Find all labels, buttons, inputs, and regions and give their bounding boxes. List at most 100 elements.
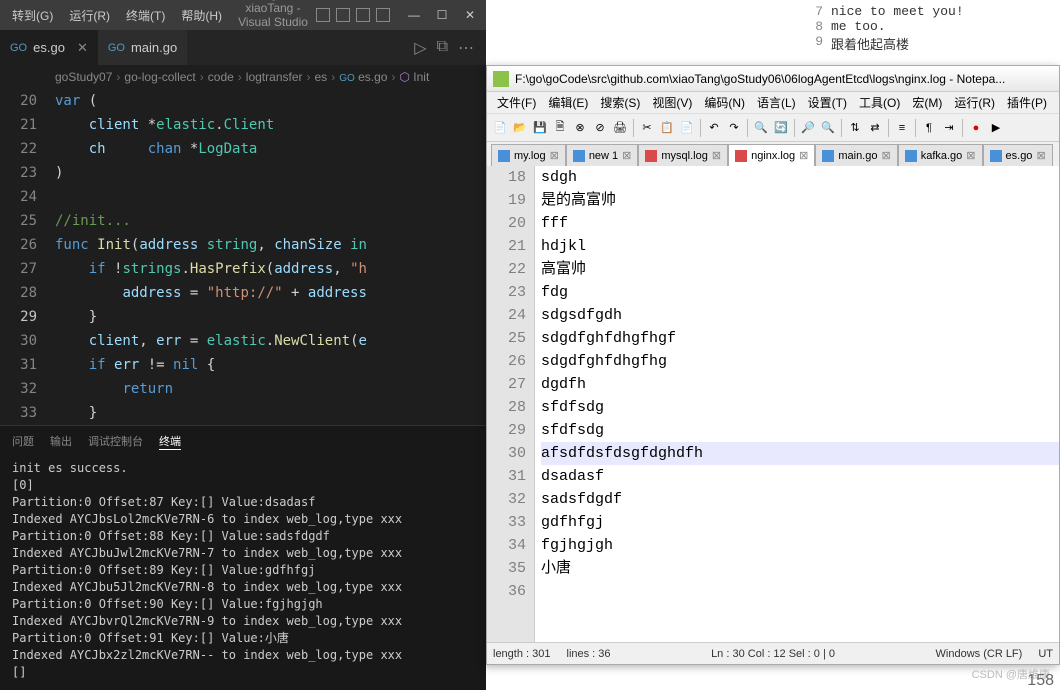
breadcrumb-item[interactable]: logtransfer bbox=[246, 70, 303, 84]
editor-layout-icons[interactable] bbox=[316, 8, 390, 22]
text-line[interactable]: sfdfsdg bbox=[541, 396, 1059, 419]
redo-icon[interactable]: ↷ bbox=[725, 119, 743, 137]
text-line[interactable]: hdjkl bbox=[541, 235, 1059, 258]
file-tab[interactable]: my.log ⊠ bbox=[491, 144, 566, 166]
close-icon[interactable]: ⊠ bbox=[1036, 149, 1045, 162]
breadcrumb-item[interactable]: goStudy07 bbox=[55, 70, 112, 84]
menu-item[interactable]: 设置(T) bbox=[802, 94, 853, 111]
text-line[interactable]: sdgsdfgdh bbox=[541, 304, 1059, 327]
breadcrumb-item[interactable]: code bbox=[208, 70, 234, 84]
editor-tab[interactable]: GO main.go bbox=[98, 30, 187, 65]
menu-item[interactable]: 运行(R) bbox=[948, 94, 1001, 111]
close-button[interactable]: ✕ bbox=[458, 8, 482, 22]
more-icon[interactable]: ⋯ bbox=[458, 38, 474, 58]
text-line[interactable]: sdgdfghfdhgfhg bbox=[541, 350, 1059, 373]
print-icon[interactable]: 🖨 bbox=[611, 119, 629, 137]
save-icon[interactable]: 💾 bbox=[531, 119, 549, 137]
menu-item[interactable]: 编辑(E) bbox=[542, 94, 594, 111]
sync-h-icon[interactable]: ⇄ bbox=[866, 119, 884, 137]
menu-item[interactable]: 帮助(H) bbox=[173, 9, 230, 23]
text-line[interactable]: dgdfh bbox=[541, 373, 1059, 396]
notepadpp-icon bbox=[493, 71, 509, 87]
panel-tab[interactable]: 终端 bbox=[159, 433, 181, 450]
close-icon[interactable]: ⊠ bbox=[881, 149, 890, 162]
close-all-icon[interactable]: ⊘ bbox=[591, 119, 609, 137]
menu-item[interactable]: 文件(F) bbox=[491, 94, 542, 111]
panel-tab[interactable]: 问题 bbox=[12, 433, 34, 449]
text-line[interactable] bbox=[541, 580, 1059, 603]
text-line[interactable]: sfdfsdg bbox=[541, 419, 1059, 442]
editor-tab[interactable]: GO es.go ✕ bbox=[0, 30, 98, 65]
open-file-icon[interactable]: 📂 bbox=[511, 119, 529, 137]
code-editor[interactable]: 2021222324252627282930313233 var ( clien… bbox=[0, 89, 486, 425]
file-tab-label: kafka.go bbox=[921, 150, 963, 162]
breadcrumb-item[interactable]: es bbox=[315, 70, 328, 84]
show-all-icon[interactable]: ¶ bbox=[920, 119, 938, 137]
text-line[interactable]: 是的高富帅 bbox=[541, 189, 1059, 212]
text-line[interactable]: sdgdfghfdhgfhgf bbox=[541, 327, 1059, 350]
text-line[interactable]: sadsfdgdf bbox=[541, 488, 1059, 511]
menu-item[interactable]: 运行(R) bbox=[61, 9, 118, 23]
panel-tab[interactable]: 输出 bbox=[50, 433, 72, 449]
split-icon[interactable]: ⧉ bbox=[437, 38, 448, 58]
cut-icon[interactable]: ✂ bbox=[638, 119, 656, 137]
menu-item[interactable]: 转到(G) bbox=[4, 9, 61, 23]
maximize-button[interactable]: ☐ bbox=[430, 8, 454, 22]
menu-item[interactable]: 插件(P) bbox=[1001, 94, 1053, 111]
menu-item[interactable]: 工具(O) bbox=[853, 94, 906, 111]
replace-icon[interactable]: 🔄 bbox=[772, 119, 790, 137]
text-line[interactable]: gdfhfgj bbox=[541, 511, 1059, 534]
breadcrumb-item[interactable]: go-log-collect bbox=[124, 70, 195, 84]
text-line[interactable]: 小唐 bbox=[541, 557, 1059, 580]
menu-item[interactable]: 终端(T) bbox=[118, 9, 173, 23]
menu-item[interactable]: 语言(L) bbox=[751, 94, 802, 111]
play-icon[interactable]: ▶ bbox=[987, 119, 1005, 137]
npp-editor[interactable]: 18192021222324252627282930313233343536 s… bbox=[487, 166, 1059, 642]
run-icon[interactable]: ▷ bbox=[414, 38, 426, 58]
indent-icon[interactable]: ⇥ bbox=[940, 119, 958, 137]
zoom-in-icon[interactable]: 🔎 bbox=[799, 119, 817, 137]
text-line[interactable]: sdgh bbox=[541, 166, 1059, 189]
file-tab[interactable]: nginx.log ⊠ bbox=[728, 144, 815, 166]
menu-item[interactable]: 搜索(S) bbox=[594, 94, 646, 111]
file-tab[interactable]: es.go ⊠ bbox=[983, 144, 1053, 166]
close-file-icon[interactable]: ⊗ bbox=[571, 119, 589, 137]
file-tab[interactable]: mysql.log ⊠ bbox=[638, 144, 728, 166]
text-line[interactable]: afsdfdsfdsgfdghdfh bbox=[541, 442, 1059, 465]
file-tab[interactable]: new 1 ⊠ bbox=[566, 144, 639, 166]
file-tab[interactable]: main.go ⊠ bbox=[815, 144, 897, 166]
vscode-menubar: 转到(G)运行(R)终端(T)帮助(H) es.go - xiaoTang - … bbox=[0, 0, 486, 30]
breadcrumb-item[interactable]: ⬡ Init bbox=[399, 70, 429, 84]
text-line[interactable]: fff bbox=[541, 212, 1059, 235]
record-icon[interactable]: ● bbox=[967, 119, 985, 137]
breadcrumb-item[interactable]: GO es.go bbox=[339, 70, 387, 84]
menu-item[interactable]: 宏(M) bbox=[906, 94, 948, 111]
find-icon[interactable]: 🔍 bbox=[752, 119, 770, 137]
text-line[interactable]: dsadasf bbox=[541, 465, 1059, 488]
close-icon[interactable]: ✕ bbox=[77, 40, 88, 56]
menu-item[interactable]: 视图(V) bbox=[646, 94, 698, 111]
close-icon[interactable]: ⊠ bbox=[712, 149, 721, 162]
close-icon[interactable]: ⊠ bbox=[550, 149, 559, 162]
breadcrumb[interactable]: goStudy07›go-log-collect›code›logtransfe… bbox=[0, 65, 486, 89]
text-line[interactable]: fdg bbox=[541, 281, 1059, 304]
save-all-icon[interactable]: 🗎 bbox=[551, 119, 569, 137]
copy-icon[interactable]: 📋 bbox=[658, 119, 676, 137]
file-tab[interactable]: kafka.go ⊠ bbox=[898, 144, 983, 166]
wordwrap-icon[interactable]: ≡ bbox=[893, 119, 911, 137]
paste-icon[interactable]: 📄 bbox=[678, 119, 696, 137]
menu-item[interactable]: 编码(N) bbox=[698, 94, 751, 111]
close-icon[interactable]: ⊠ bbox=[966, 149, 975, 162]
terminal-output[interactable]: init es success. [0] Partition:0 Offset:… bbox=[0, 456, 486, 685]
text-line[interactable]: 高富帅 bbox=[541, 258, 1059, 281]
new-file-icon[interactable]: 📄 bbox=[491, 119, 509, 137]
sync-v-icon[interactable]: ⇅ bbox=[846, 119, 864, 137]
close-icon[interactable]: ⊠ bbox=[799, 149, 808, 162]
minimize-button[interactable]: — bbox=[402, 8, 426, 22]
undo-icon[interactable]: ↶ bbox=[705, 119, 723, 137]
panel-tab[interactable]: 调试控制台 bbox=[88, 433, 143, 449]
zoom-out-icon[interactable]: 🔍 bbox=[819, 119, 837, 137]
text-line[interactable]: fgjhgjgh bbox=[541, 534, 1059, 557]
status-eol: Windows (CR LF) bbox=[936, 648, 1023, 660]
close-icon[interactable]: ⊠ bbox=[622, 149, 631, 162]
